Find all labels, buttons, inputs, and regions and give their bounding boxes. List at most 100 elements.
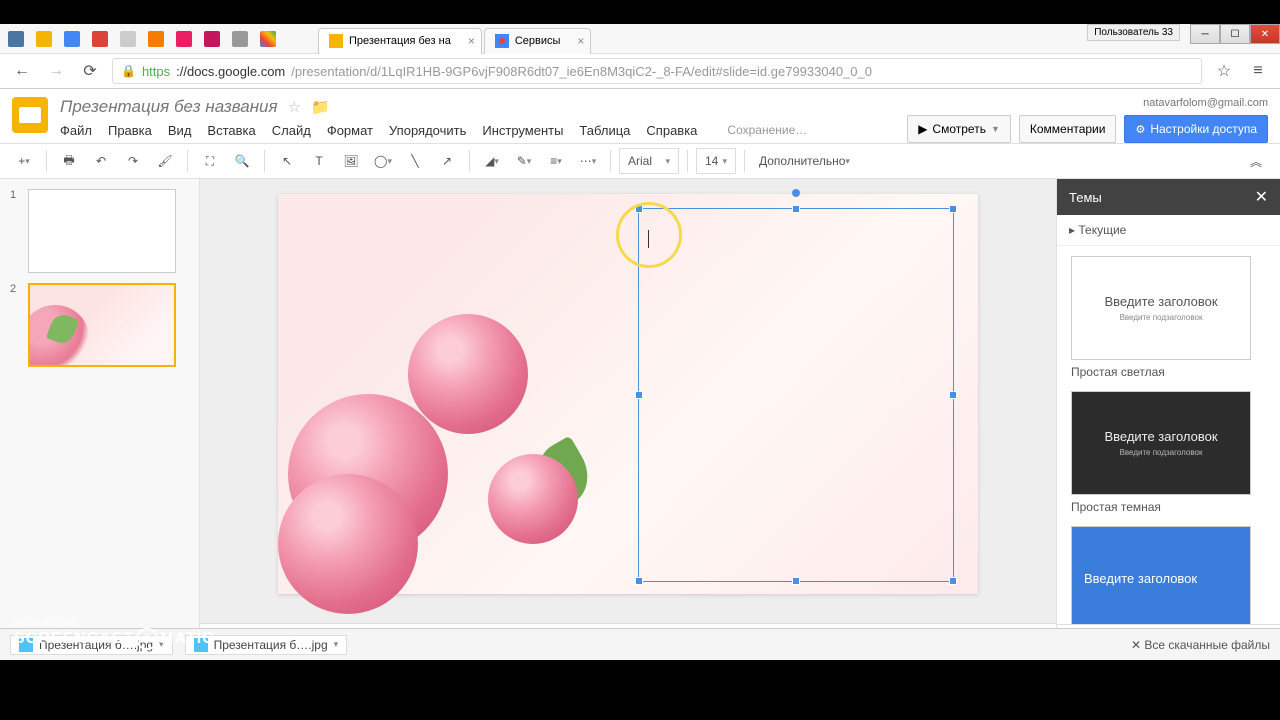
window-maximize-button[interactable]: ☐: [1220, 24, 1250, 44]
resize-handle[interactable]: [949, 577, 957, 585]
paint-format-button[interactable]: 🖌: [151, 147, 179, 175]
shape-tool[interactable]: ◯▾: [369, 147, 397, 175]
slide-number: 2: [10, 283, 20, 367]
star-icon[interactable]: ☆: [1212, 59, 1236, 83]
theme-item-blue[interactable]: Введите заголовок: [1071, 526, 1266, 624]
undo-button[interactable]: ↶: [87, 147, 115, 175]
close-icon[interactable]: ✕: [1255, 187, 1268, 207]
forward-button[interactable]: →: [44, 59, 68, 83]
resize-handle[interactable]: [792, 577, 800, 585]
folder-icon[interactable]: 📁: [311, 98, 330, 116]
tab-title: Сервисы: [515, 35, 561, 47]
rotate-handle[interactable]: [792, 189, 800, 197]
themes-panel: Темы ✕ ▸ Текущие Введите заголовок Введи…: [1056, 179, 1280, 659]
line-weight-button[interactable]: ≡▾: [542, 147, 570, 175]
bookmark-vk-icon[interactable]: [8, 31, 24, 47]
window-close-button[interactable]: ✕: [1250, 24, 1280, 44]
bookmark-google-icon[interactable]: [260, 31, 276, 47]
browser-tab[interactable]: Сервисы ×: [484, 28, 592, 54]
resize-handle[interactable]: [792, 205, 800, 213]
menu-icon[interactable]: ≡: [1246, 59, 1270, 83]
slide-thumbnail-1[interactable]: [28, 189, 176, 273]
bookmark-icon[interactable]: [232, 31, 248, 47]
reload-button[interactable]: ⟳: [78, 59, 102, 83]
menu-slide[interactable]: Слайд: [272, 123, 311, 138]
show-all-downloads[interactable]: ✕ Все скачанные файлы: [1131, 638, 1270, 652]
theme-item-dark[interactable]: Введите заголовок Введите подзаголовок П…: [1071, 391, 1266, 514]
comments-button[interactable]: Комментарии: [1019, 115, 1117, 143]
tab-close-icon[interactable]: ×: [577, 34, 584, 48]
resize-handle[interactable]: [635, 391, 643, 399]
zoom-button[interactable]: 🔍: [228, 147, 256, 175]
menu-file[interactable]: Файл: [60, 123, 92, 138]
bookmark-icon[interactable]: [204, 31, 220, 47]
slides-favicon-icon: [329, 34, 343, 48]
share-button[interactable]: ⚙ Настройки доступа: [1124, 115, 1268, 143]
present-button[interactable]: ▶ Смотреть ▼: [907, 115, 1011, 143]
filmstrip: 1 2: [0, 179, 200, 659]
address-bar[interactable]: 🔒 https://docs.google.com/presentation/d…: [112, 58, 1202, 84]
star-icon[interactable]: ☆: [288, 98, 301, 116]
theme-item-light[interactable]: Введите заголовок Введите подзаголовок П…: [1071, 256, 1266, 379]
fill-color-button[interactable]: ◢▾: [478, 147, 506, 175]
menu-edit[interactable]: Правка: [108, 123, 152, 138]
theme-name: Простая светлая: [1071, 365, 1266, 379]
menu-bar: Файл Правка Вид Вставка Слайд Формат Упо…: [60, 123, 895, 138]
bookmark-icon[interactable]: [36, 31, 52, 47]
new-slide-button[interactable]: +▾: [10, 147, 38, 175]
textbox-tool[interactable]: T: [305, 147, 333, 175]
user-email[interactable]: natavarfolom@gmail.com: [1143, 97, 1268, 109]
arrow-tool[interactable]: ↗: [433, 147, 461, 175]
bookmark-icon[interactable]: [120, 31, 136, 47]
zoom-fit-button[interactable]: ⛶: [196, 147, 224, 175]
resize-handle[interactable]: [949, 205, 957, 213]
line-color-button[interactable]: ✎▾: [510, 147, 538, 175]
slide-thumbnail-2[interactable]: [28, 283, 176, 367]
chrome-user-label[interactable]: Пользователь 33: [1087, 24, 1180, 41]
themes-subheader: ▸ Текущие: [1057, 215, 1280, 246]
resize-handle[interactable]: [949, 391, 957, 399]
url-scheme: https: [142, 64, 170, 79]
menu-tools[interactable]: Инструменты: [482, 123, 563, 138]
menu-arrange[interactable]: Упорядочить: [389, 123, 466, 138]
collapse-toolbar-button[interactable]: ︽: [1242, 147, 1270, 175]
menu-table[interactable]: Таблица: [579, 123, 630, 138]
resize-handle[interactable]: [635, 205, 643, 213]
menu-insert[interactable]: Вставка: [207, 123, 255, 138]
bookmark-icon[interactable]: [64, 31, 80, 47]
current-slide[interactable]: [278, 194, 978, 594]
slides-app: Презентация без названия ☆ 📁 Файл Правка…: [0, 89, 1280, 659]
tab-title: Презентация без на: [349, 35, 451, 47]
font-size-selector[interactable]: 14▾: [696, 148, 736, 174]
themes-panel-title: Темы: [1069, 190, 1102, 205]
bookmark-icon[interactable]: [176, 31, 192, 47]
rose-graphic: [278, 474, 418, 614]
line-tool[interactable]: ╲: [401, 147, 429, 175]
more-formatting-button[interactable]: Дополнительно ▾: [753, 147, 856, 175]
menu-help[interactable]: Справка: [646, 123, 697, 138]
rose-graphic: [408, 314, 528, 434]
resize-handle[interactable]: [635, 577, 643, 585]
select-tool[interactable]: ↖: [273, 147, 301, 175]
print-button[interactable]: 🖶: [55, 147, 83, 175]
url-host: ://docs.google.com: [176, 64, 285, 79]
bookmark-gmail-icon[interactable]: [92, 31, 108, 47]
textbox-selection[interactable]: [638, 208, 954, 582]
screencast-watermark: Recorded with SCREENCAST MATIC: [14, 617, 215, 650]
font-selector[interactable]: Arial▾: [619, 148, 679, 174]
slide-canvas[interactable]: [200, 179, 1056, 623]
tab-close-icon[interactable]: ×: [468, 34, 475, 48]
slides-logo-icon[interactable]: [12, 97, 48, 133]
document-title[interactable]: Презентация без названия: [60, 97, 278, 117]
browser-tab-active[interactable]: Презентация без на ×: [318, 28, 482, 54]
menu-view[interactable]: Вид: [168, 123, 192, 138]
line-dash-button[interactable]: ⋯▾: [574, 147, 602, 175]
back-button[interactable]: ←: [10, 59, 34, 83]
redo-button[interactable]: ↷: [119, 147, 147, 175]
bookmark-blogger-icon[interactable]: [148, 31, 164, 47]
window-minimize-button[interactable]: ─: [1190, 24, 1220, 44]
menu-format[interactable]: Формат: [327, 123, 373, 138]
gear-icon: ⚙: [1135, 123, 1145, 136]
image-tool[interactable]: 🖼: [337, 147, 365, 175]
lock-icon: 🔒: [121, 64, 136, 78]
